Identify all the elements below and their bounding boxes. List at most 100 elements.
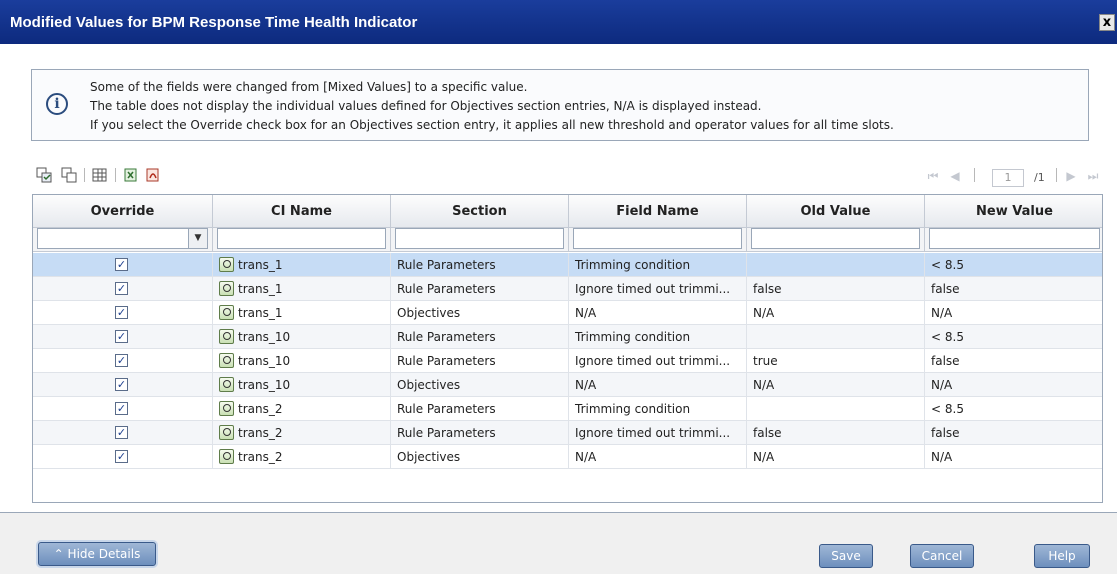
export-pdf-icon[interactable] bbox=[145, 167, 161, 183]
cell-text: N/A bbox=[931, 378, 953, 392]
new-value-filter-input[interactable] bbox=[929, 228, 1100, 249]
field-name-cell: Ignore timed out trimmi... bbox=[569, 421, 747, 445]
ci-name-cell: trans_2 bbox=[213, 445, 391, 469]
cell-text: false bbox=[931, 282, 960, 296]
cell-text: N/A bbox=[575, 306, 597, 320]
cell-text: Rule Parameters bbox=[397, 330, 496, 344]
close-button[interactable]: x bbox=[1099, 14, 1115, 31]
cell-text: N/A bbox=[753, 450, 775, 464]
column-header-field-name[interactable]: Field Name bbox=[569, 195, 747, 228]
field-name-cell: Ignore timed out trimmi... bbox=[569, 349, 747, 373]
chevron-down-icon[interactable]: ▼ bbox=[188, 229, 207, 248]
column-header-section[interactable]: Section bbox=[391, 195, 569, 228]
cell-text: < 8.5 bbox=[931, 258, 964, 272]
cell-text: Objectives bbox=[397, 378, 461, 392]
table-row[interactable]: ✓ trans_2 Rule Parameters Trimming conditio… bbox=[33, 397, 1102, 421]
transaction-ci-icon bbox=[219, 353, 234, 368]
pager-separator bbox=[1056, 168, 1057, 182]
old-value-filter-input[interactable] bbox=[751, 228, 920, 249]
select-all-icon[interactable] bbox=[36, 167, 52, 183]
column-header-override[interactable]: Override bbox=[33, 195, 213, 228]
next-page-icon[interactable]: ▶ bbox=[1064, 169, 1078, 183]
override-checkbox[interactable]: ✓ bbox=[115, 402, 128, 415]
ci-name-filter-input[interactable] bbox=[217, 228, 386, 249]
ci-name-cell: trans_10 bbox=[213, 349, 391, 373]
section-cell: Rule Parameters bbox=[391, 397, 569, 421]
last-page-icon[interactable]: ⏭ bbox=[1086, 169, 1100, 183]
old-value-cell: N/A bbox=[747, 445, 925, 469]
cell-text: Ignore timed out trimmi... bbox=[575, 426, 731, 440]
previous-page-icon[interactable]: ◀ bbox=[948, 169, 962, 183]
help-button[interactable]: Help bbox=[1034, 544, 1090, 568]
table-row[interactable]: ✓ trans_1 Objectives N/A N/A N/A bbox=[33, 301, 1102, 325]
cell-text: Ignore timed out trimmi... bbox=[575, 282, 731, 296]
table-row[interactable]: ✓ trans_2 Objectives N/A N/A N/A bbox=[33, 445, 1102, 469]
cell-text: N/A bbox=[931, 306, 953, 320]
filter-cell-new-value bbox=[925, 228, 1104, 252]
override-checkbox[interactable]: ✓ bbox=[115, 258, 128, 271]
column-chooser-icon[interactable] bbox=[92, 167, 108, 183]
field-name-cell: Ignore timed out trimmi... bbox=[569, 277, 747, 301]
transaction-ci-icon bbox=[219, 257, 234, 272]
field-name-cell: Trimming condition bbox=[569, 325, 747, 349]
column-header-ci-name[interactable]: CI Name bbox=[213, 195, 391, 228]
title-bar: Modified Values for BPM Response Time He… bbox=[0, 0, 1117, 44]
ci-name-cell: trans_2 bbox=[213, 421, 391, 445]
section-cell: Rule Parameters bbox=[391, 325, 569, 349]
first-page-icon[interactable]: ⏮ bbox=[926, 169, 940, 183]
transaction-ci-icon bbox=[219, 329, 234, 344]
override-checkbox[interactable]: ✓ bbox=[115, 426, 128, 439]
column-header-new-value[interactable]: New Value bbox=[925, 195, 1104, 228]
old-value-cell: false bbox=[747, 277, 925, 301]
override-cell: ✓ bbox=[33, 253, 213, 277]
window-title: Modified Values for BPM Response Time He… bbox=[10, 13, 418, 31]
filter-cell-field-name bbox=[569, 228, 747, 252]
hide-details-button[interactable]: ⌃ Hide Details bbox=[38, 542, 156, 566]
old-value-cell bbox=[747, 397, 925, 421]
table-row[interactable]: ✓ trans_1 Rule Parameters Trimming conditio… bbox=[33, 253, 1102, 277]
pager-separator bbox=[974, 168, 975, 182]
cell-text: Rule Parameters bbox=[397, 354, 496, 368]
cell-text: false bbox=[753, 426, 782, 440]
override-cell: ✓ bbox=[33, 373, 213, 397]
override-checkbox[interactable]: ✓ bbox=[115, 306, 128, 319]
override-cell: ✓ bbox=[33, 397, 213, 421]
override-checkbox[interactable]: ✓ bbox=[115, 330, 128, 343]
cell-text: trans_10 bbox=[238, 378, 291, 392]
field-name-filter-input[interactable] bbox=[573, 228, 742, 249]
table-row[interactable]: ✓ trans_1 Rule Parameters Ignore timed out … bbox=[33, 277, 1102, 301]
page-number-input[interactable]: 1 bbox=[992, 169, 1024, 187]
new-value-cell: false bbox=[925, 349, 1104, 373]
cell-text: trans_2 bbox=[238, 426, 283, 440]
save-button[interactable]: Save bbox=[819, 544, 873, 568]
filter-cell-ci-name bbox=[213, 228, 391, 252]
grid-toolbar: ⏮ ◀ 1 /1 ▶ ⏭ bbox=[32, 163, 1102, 189]
new-value-cell: false bbox=[925, 421, 1104, 445]
transaction-ci-icon bbox=[219, 425, 234, 440]
override-checkbox[interactable]: ✓ bbox=[115, 378, 128, 391]
override-checkbox[interactable]: ✓ bbox=[115, 450, 128, 463]
table-header: Override CI Name Section Field Name Old … bbox=[33, 195, 1102, 228]
cancel-button[interactable]: Cancel bbox=[910, 544, 974, 568]
cell-text: N/A bbox=[575, 450, 597, 464]
page-total: /1 bbox=[1034, 171, 1045, 184]
override-filter-select[interactable]: ▼ bbox=[37, 228, 208, 249]
override-checkbox[interactable]: ✓ bbox=[115, 282, 128, 295]
table-row[interactable]: ✓ trans_10 Objectives N/A N/A N/A bbox=[33, 373, 1102, 397]
transaction-ci-icon bbox=[219, 449, 234, 464]
cell-text: Rule Parameters bbox=[397, 258, 496, 272]
export-excel-icon[interactable] bbox=[123, 167, 139, 183]
field-name-cell: N/A bbox=[569, 445, 747, 469]
old-value-cell: N/A bbox=[747, 373, 925, 397]
section-filter-input[interactable] bbox=[395, 228, 564, 249]
deselect-all-icon[interactable] bbox=[61, 167, 77, 183]
collapse-up-icon: ⌃ bbox=[53, 547, 68, 561]
modified-values-table: Override CI Name Section Field Name Old … bbox=[32, 194, 1103, 503]
section-cell: Rule Parameters bbox=[391, 253, 569, 277]
table-row[interactable]: ✓ trans_10 Rule Parameters Ignore timed out… bbox=[33, 349, 1102, 373]
table-row[interactable]: ✓ trans_2 Rule Parameters Ignore timed out … bbox=[33, 421, 1102, 445]
column-header-old-value[interactable]: Old Value bbox=[747, 195, 925, 228]
info-line-1: Some of the fields were changed from [Mi… bbox=[90, 80, 528, 94]
table-row[interactable]: ✓ trans_10 Rule Parameters Trimming conditi… bbox=[33, 325, 1102, 349]
override-checkbox[interactable]: ✓ bbox=[115, 354, 128, 367]
